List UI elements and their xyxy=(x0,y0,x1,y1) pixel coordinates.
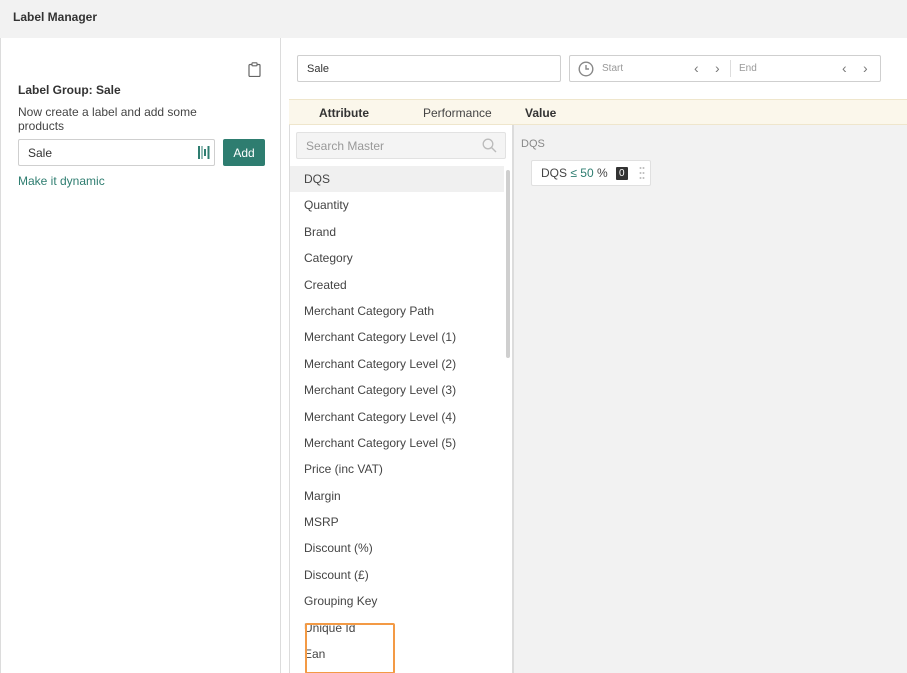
start-next-arrow-icon[interactable]: › xyxy=(715,60,720,76)
right-panel: Start ‹ › End ‹ › Attribute Performance … xyxy=(281,38,907,673)
attribute-item[interactable]: Unique Id xyxy=(290,615,504,641)
attribute-item[interactable]: Merchant Category Level (3) xyxy=(290,377,504,403)
attribute-item[interactable]: Discount (£) xyxy=(290,562,504,588)
date-separator xyxy=(730,60,731,77)
attribute-item[interactable]: Merchant Category Level (4) xyxy=(290,404,504,430)
attribute-item[interactable]: Merchant Category Level (1) xyxy=(290,324,504,350)
value-section-label: DQS xyxy=(521,138,545,150)
window-title: Label Manager xyxy=(13,10,98,24)
add-button[interactable]: Add xyxy=(223,139,265,166)
attribute-item[interactable]: Merchant Category Level (5) xyxy=(290,430,504,456)
search-icon xyxy=(482,138,497,153)
attribute-item[interactable]: Quantity xyxy=(290,192,504,218)
value-panel: DQS DQS ≤ 50 % 0 xyxy=(513,125,907,673)
barcode-icon[interactable] xyxy=(198,146,210,159)
clock-icon xyxy=(578,61,594,77)
condition-field: DQS xyxy=(541,166,568,180)
tab-attribute[interactable]: Attribute xyxy=(319,106,369,120)
date-range-picker: Start ‹ › End ‹ › xyxy=(569,55,881,82)
title-bar: Label Manager xyxy=(0,0,907,38)
attribute-item[interactable]: DQS xyxy=(290,166,504,193)
condition-chip[interactable]: DQS ≤ 50 % 0 xyxy=(531,160,651,186)
attribute-scrollbar[interactable] xyxy=(504,166,512,673)
attribute-item[interactable]: Price (inc VAT) xyxy=(290,456,504,482)
label-name-input[interactable] xyxy=(19,140,194,165)
left-panel: Label Group: Sale Now create a label and… xyxy=(0,38,281,673)
attribute-item[interactable]: Brand xyxy=(290,219,504,245)
label-search-input[interactable] xyxy=(297,55,561,82)
start-date-field[interactable]: Start xyxy=(602,63,623,74)
search-master-input[interactable] xyxy=(297,133,477,158)
end-next-arrow-icon[interactable]: › xyxy=(863,60,868,76)
label-name-field xyxy=(18,139,215,166)
attribute-list: DQS Quantity Brand Category Created Merchant … xyxy=(290,166,504,667)
condition-operator[interactable]: ≤ xyxy=(570,166,577,180)
scrollbar-thumb[interactable] xyxy=(506,170,510,358)
start-prev-arrow-icon[interactable]: ‹ xyxy=(694,60,699,76)
instructions-text: Now create a label and add some products xyxy=(18,105,197,133)
condition-value[interactable]: 50 xyxy=(580,166,593,180)
attribute-item[interactable]: Ean xyxy=(290,641,504,667)
attribute-item[interactable]: Margin xyxy=(290,483,504,509)
attribute-item[interactable]: Discount (%) xyxy=(290,535,504,561)
tab-bar: Attribute Performance Value xyxy=(289,99,907,125)
attribute-item[interactable]: Grouping Key xyxy=(290,588,504,614)
condition-count-badge: 0 xyxy=(616,167,628,180)
attribute-item[interactable]: Merchant Category Path xyxy=(290,298,504,324)
label-group-title: Label Group: Sale xyxy=(18,83,121,97)
drag-handle-icon[interactable] xyxy=(639,166,645,180)
search-master-field xyxy=(296,132,506,159)
tab-value[interactable]: Value xyxy=(525,106,556,120)
end-date-field[interactable]: End xyxy=(739,63,757,74)
condition-unit: % xyxy=(597,166,608,180)
attribute-item[interactable]: MSRP xyxy=(290,509,504,535)
attribute-item[interactable]: Merchant Category Level (2) xyxy=(290,351,504,377)
attribute-panel: DQSQuantityBrandCategoryCreatedMerchant … xyxy=(289,125,513,673)
make-dynamic-link[interactable]: Make it dynamic xyxy=(18,174,105,188)
end-prev-arrow-icon[interactable]: ‹ xyxy=(842,60,847,76)
attribute-item[interactable]: Category xyxy=(290,245,504,271)
attribute-item[interactable]: Created xyxy=(290,272,504,298)
tab-performance[interactable]: Performance xyxy=(423,106,492,120)
clipboard-icon[interactable] xyxy=(248,62,261,77)
